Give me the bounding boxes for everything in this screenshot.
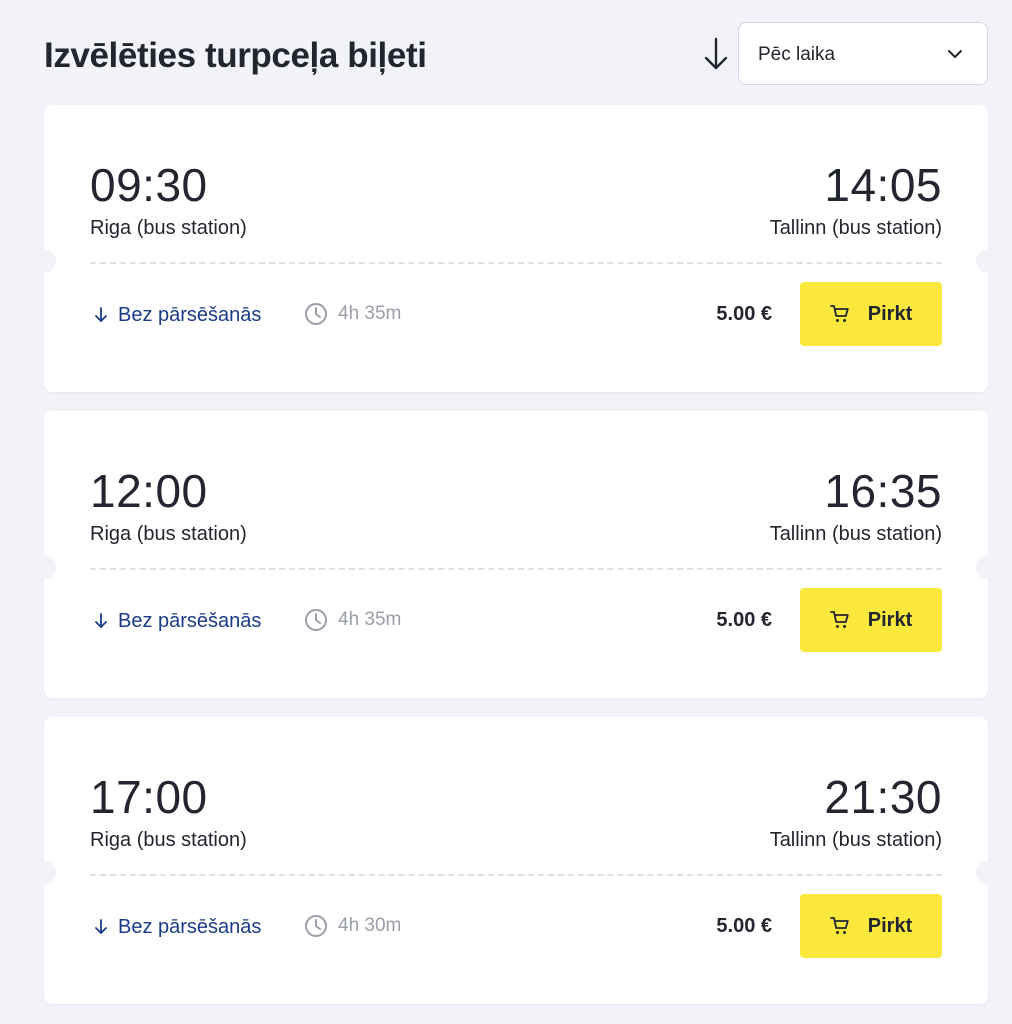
results-header: Izvēlēties turpceļa biļeti Pēc laika bbox=[44, 22, 988, 86]
departure-time: 12:00 bbox=[90, 465, 208, 517]
trip-duration: 4h 35m bbox=[304, 301, 401, 327]
arrow-down-small-icon bbox=[95, 613, 107, 628]
trip-price: 5.00 € bbox=[716, 303, 772, 325]
trip-price: 5.00 € bbox=[716, 915, 772, 937]
duration-label: 4h 35m bbox=[338, 303, 402, 324]
buy-button[interactable]: Pirkt bbox=[800, 282, 942, 346]
cart-icon bbox=[829, 611, 849, 628]
ticket-notch bbox=[32, 249, 56, 273]
departure-time: 09:30 bbox=[90, 159, 208, 211]
arrow-down-icon bbox=[704, 37, 728, 70]
transfers-link[interactable]: Bez pārsēšanās bbox=[94, 303, 261, 327]
arrival-station: Tallinn (bus station) bbox=[769, 217, 942, 239]
duration-label: 4h 35m bbox=[338, 609, 402, 630]
trip-duration: 4h 35m bbox=[304, 607, 401, 633]
clock-icon bbox=[305, 303, 327, 325]
cart-icon bbox=[829, 305, 849, 322]
sort-select[interactable]: Pēc laika bbox=[738, 22, 988, 85]
trip-card: 09:30 Riga (bus station) 14:05 Tallinn (… bbox=[32, 105, 1000, 392]
transfers-label: Bez pārsēšanās bbox=[118, 915, 262, 938]
cart-icon bbox=[829, 917, 849, 934]
chevron-down-icon bbox=[948, 50, 962, 58]
buy-button-label: Pirkt bbox=[867, 608, 913, 631]
arrival-station: Tallinn (bus station) bbox=[769, 523, 942, 545]
trip-card: 17:00 Riga (bus station) 21:30 Tallinn (… bbox=[32, 717, 1000, 1004]
arrival-time: 21:30 bbox=[824, 771, 942, 823]
transfers-link[interactable]: Bez pārsēšanās bbox=[94, 915, 261, 939]
departure-station: Riga (bus station) bbox=[90, 829, 247, 851]
ticket-notch bbox=[32, 555, 56, 579]
trip-price: 5.00 € bbox=[716, 609, 772, 631]
buy-button[interactable]: Pirkt bbox=[800, 894, 942, 958]
ticket-divider bbox=[90, 874, 942, 876]
page: Izvēlēties turpceļa biļeti Pēc laika 09:… bbox=[0, 0, 1012, 1024]
sort-direction-button[interactable] bbox=[702, 36, 730, 72]
buy-button-label: Pirkt bbox=[867, 302, 913, 325]
clock-icon bbox=[305, 609, 327, 631]
arrival-time: 16:35 bbox=[824, 465, 942, 517]
arrow-down-small-icon bbox=[95, 307, 107, 322]
arrow-down-small-icon bbox=[95, 919, 107, 934]
ticket-notch bbox=[32, 861, 56, 885]
transfers-label: Bez pārsēšanās bbox=[118, 303, 262, 326]
transfers-link[interactable]: Bez pārsēšanās bbox=[94, 609, 261, 633]
page-title: Izvēlēties turpceļa biļeti bbox=[44, 36, 427, 75]
arrival-station: Tallinn (bus station) bbox=[769, 829, 942, 851]
trip-duration: 4h 30m bbox=[304, 913, 401, 939]
ticket-divider bbox=[90, 262, 942, 264]
trip-card: 12:00 Riga (bus station) 16:35 Tallinn (… bbox=[32, 411, 1000, 698]
ticket-notch bbox=[976, 555, 1000, 579]
departure-time: 17:00 bbox=[90, 771, 208, 823]
sort-select-value: Pēc laika bbox=[758, 44, 836, 65]
arrival-time: 14:05 bbox=[824, 159, 942, 211]
buy-button[interactable]: Pirkt bbox=[800, 588, 942, 652]
ticket-notch bbox=[976, 249, 1000, 273]
clock-icon bbox=[305, 915, 327, 937]
ticket-divider bbox=[90, 568, 942, 570]
duration-label: 4h 30m bbox=[338, 915, 402, 936]
transfers-label: Bez pārsēšanās bbox=[118, 609, 262, 632]
departure-station: Riga (bus station) bbox=[90, 217, 247, 239]
buy-button-label: Pirkt bbox=[867, 914, 913, 937]
departure-station: Riga (bus station) bbox=[90, 523, 247, 545]
ticket-notch bbox=[976, 861, 1000, 885]
